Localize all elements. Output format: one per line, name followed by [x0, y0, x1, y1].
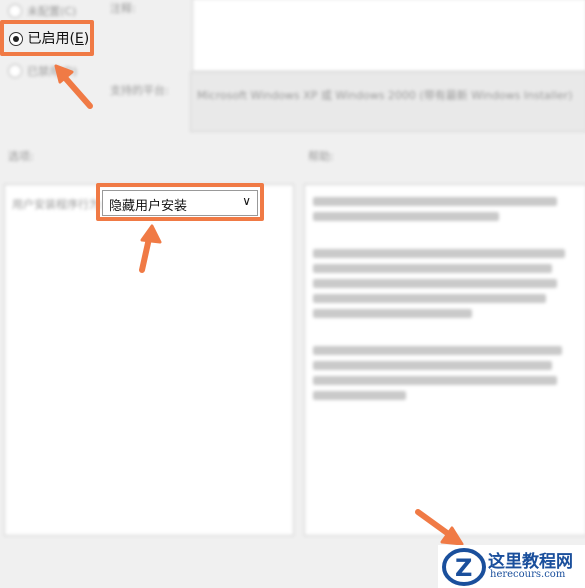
comment-label: 注释: — [110, 2, 136, 15]
watermark-url: herecours.com — [490, 569, 566, 580]
arrow-pointer-icon — [54, 64, 93, 109]
supported-label: 支持的平台: — [110, 84, 169, 97]
svg-text:Z: Z — [455, 554, 472, 582]
radio-button-icon — [8, 3, 22, 18]
help-text-placeholder — [305, 185, 585, 412]
help-label: 帮助: — [308, 150, 334, 163]
supported-platforms-box: Microsoft Windows XP 或 Windows 2000 (带有最… — [190, 72, 585, 132]
radio-not-configured[interactable]: 未配置(C) — [8, 0, 76, 19]
help-panel — [304, 184, 585, 536]
comment-box[interactable] — [192, 0, 585, 72]
highlight-box-dropdown — [96, 183, 264, 221]
radio-label: 未配置(C) — [27, 5, 77, 18]
highlight-box-enabled — [0, 20, 94, 56]
watermark-logo-icon: Z — [442, 548, 486, 586]
supported-platforms-text: Microsoft Windows XP 或 Windows 2000 (带有最… — [197, 89, 573, 102]
dropdown-label: 用户安装程序行为: — [12, 198, 104, 211]
arrow-pointer-icon — [139, 224, 162, 273]
arrow-pointer-icon — [415, 509, 464, 546]
radio-button-icon — [8, 63, 22, 78]
options-label: 选项: — [8, 150, 34, 163]
watermark: Z 这里教程网 herecours.com — [438, 545, 585, 588]
